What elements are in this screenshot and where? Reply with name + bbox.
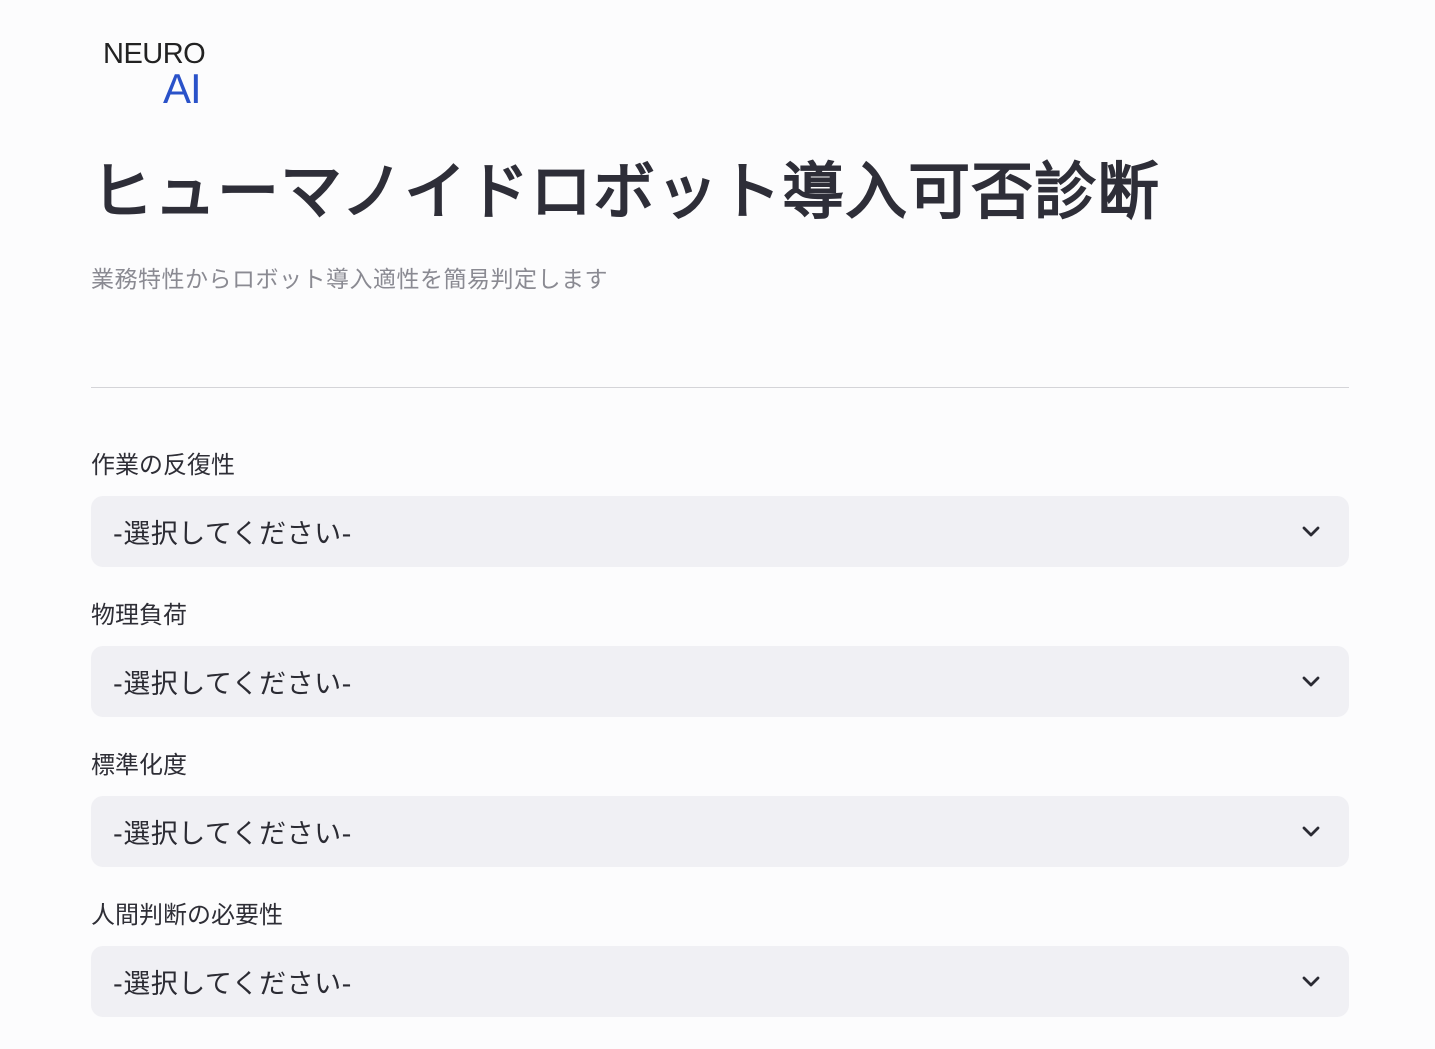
chevron-down-icon: [1302, 826, 1320, 836]
select-value: -選択してください-: [113, 669, 352, 700]
field-label-physical-load: 物理負荷: [91, 601, 187, 629]
page-title: ヒューマノイドロボット導入可否診断: [91, 155, 1161, 228]
select-repetitiveness[interactable]: -選択してください-: [91, 496, 1349, 567]
logo-text-ai: AI: [163, 65, 202, 112]
chevron-down-icon: [1302, 676, 1320, 686]
chevron-down-icon: [1302, 526, 1320, 536]
select-value: -選択してください-: [113, 819, 352, 850]
brand-logo[interactable]: NEURO AI: [103, 38, 223, 110]
field-label-standardization: 標準化度: [91, 751, 187, 779]
select-physical-load[interactable]: -選択してください-: [91, 646, 1349, 717]
select-value: -選択してください-: [113, 519, 352, 550]
select-standardization[interactable]: -選択してください-: [91, 796, 1349, 867]
field-label-repetitiveness: 作業の反復性: [91, 451, 235, 479]
section-divider: [91, 387, 1349, 388]
select-human-judgment[interactable]: -選択してください-: [91, 946, 1349, 1017]
select-value: -選択してください-: [113, 969, 352, 1000]
field-label-human-judgment: 人間判断の必要性: [91, 901, 283, 929]
chevron-down-icon: [1302, 976, 1320, 986]
page-subtitle: 業務特性からロボット導入適性を簡易判定します: [91, 267, 608, 293]
